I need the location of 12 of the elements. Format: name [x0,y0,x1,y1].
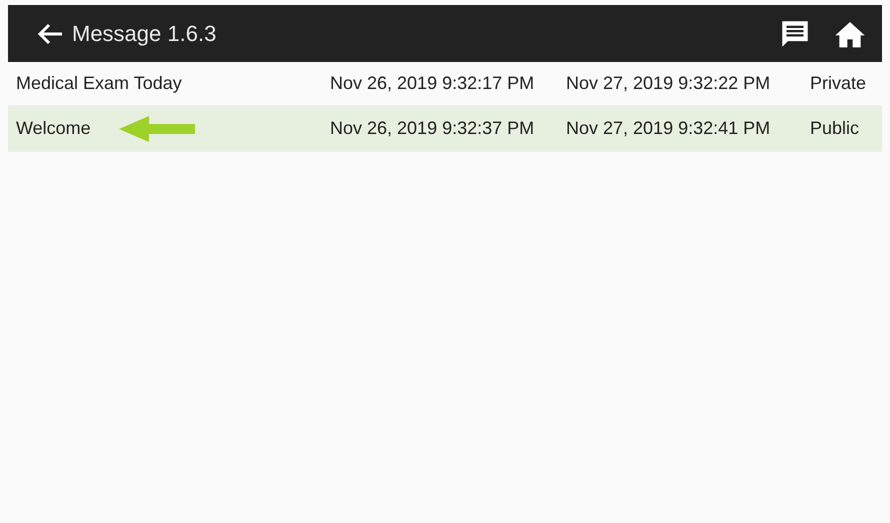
message-title: Medical Exam Today [16,73,182,94]
back-arrow-icon [36,22,64,46]
message-scope: Private [810,73,868,94]
message-row[interactable]: Welcome Nov 26, 2019 9:32:37 PM Nov 27, 2019 9:32:41 PM Public [8,107,882,152]
start-time: Nov 26, 2019 9:32:17 PM [330,73,536,94]
screen-title: Message 1.6.3 [72,20,216,46]
start-time: Nov 26, 2019 9:32:37 PM [330,118,536,139]
back-button[interactable] [36,22,64,46]
message-title: Welcome [16,118,91,139]
end-time: Nov 27, 2019 9:32:41 PM [566,118,772,139]
end-time: Nov 27, 2019 9:32:22 PM [566,73,772,94]
message-scope: Public [810,118,860,139]
